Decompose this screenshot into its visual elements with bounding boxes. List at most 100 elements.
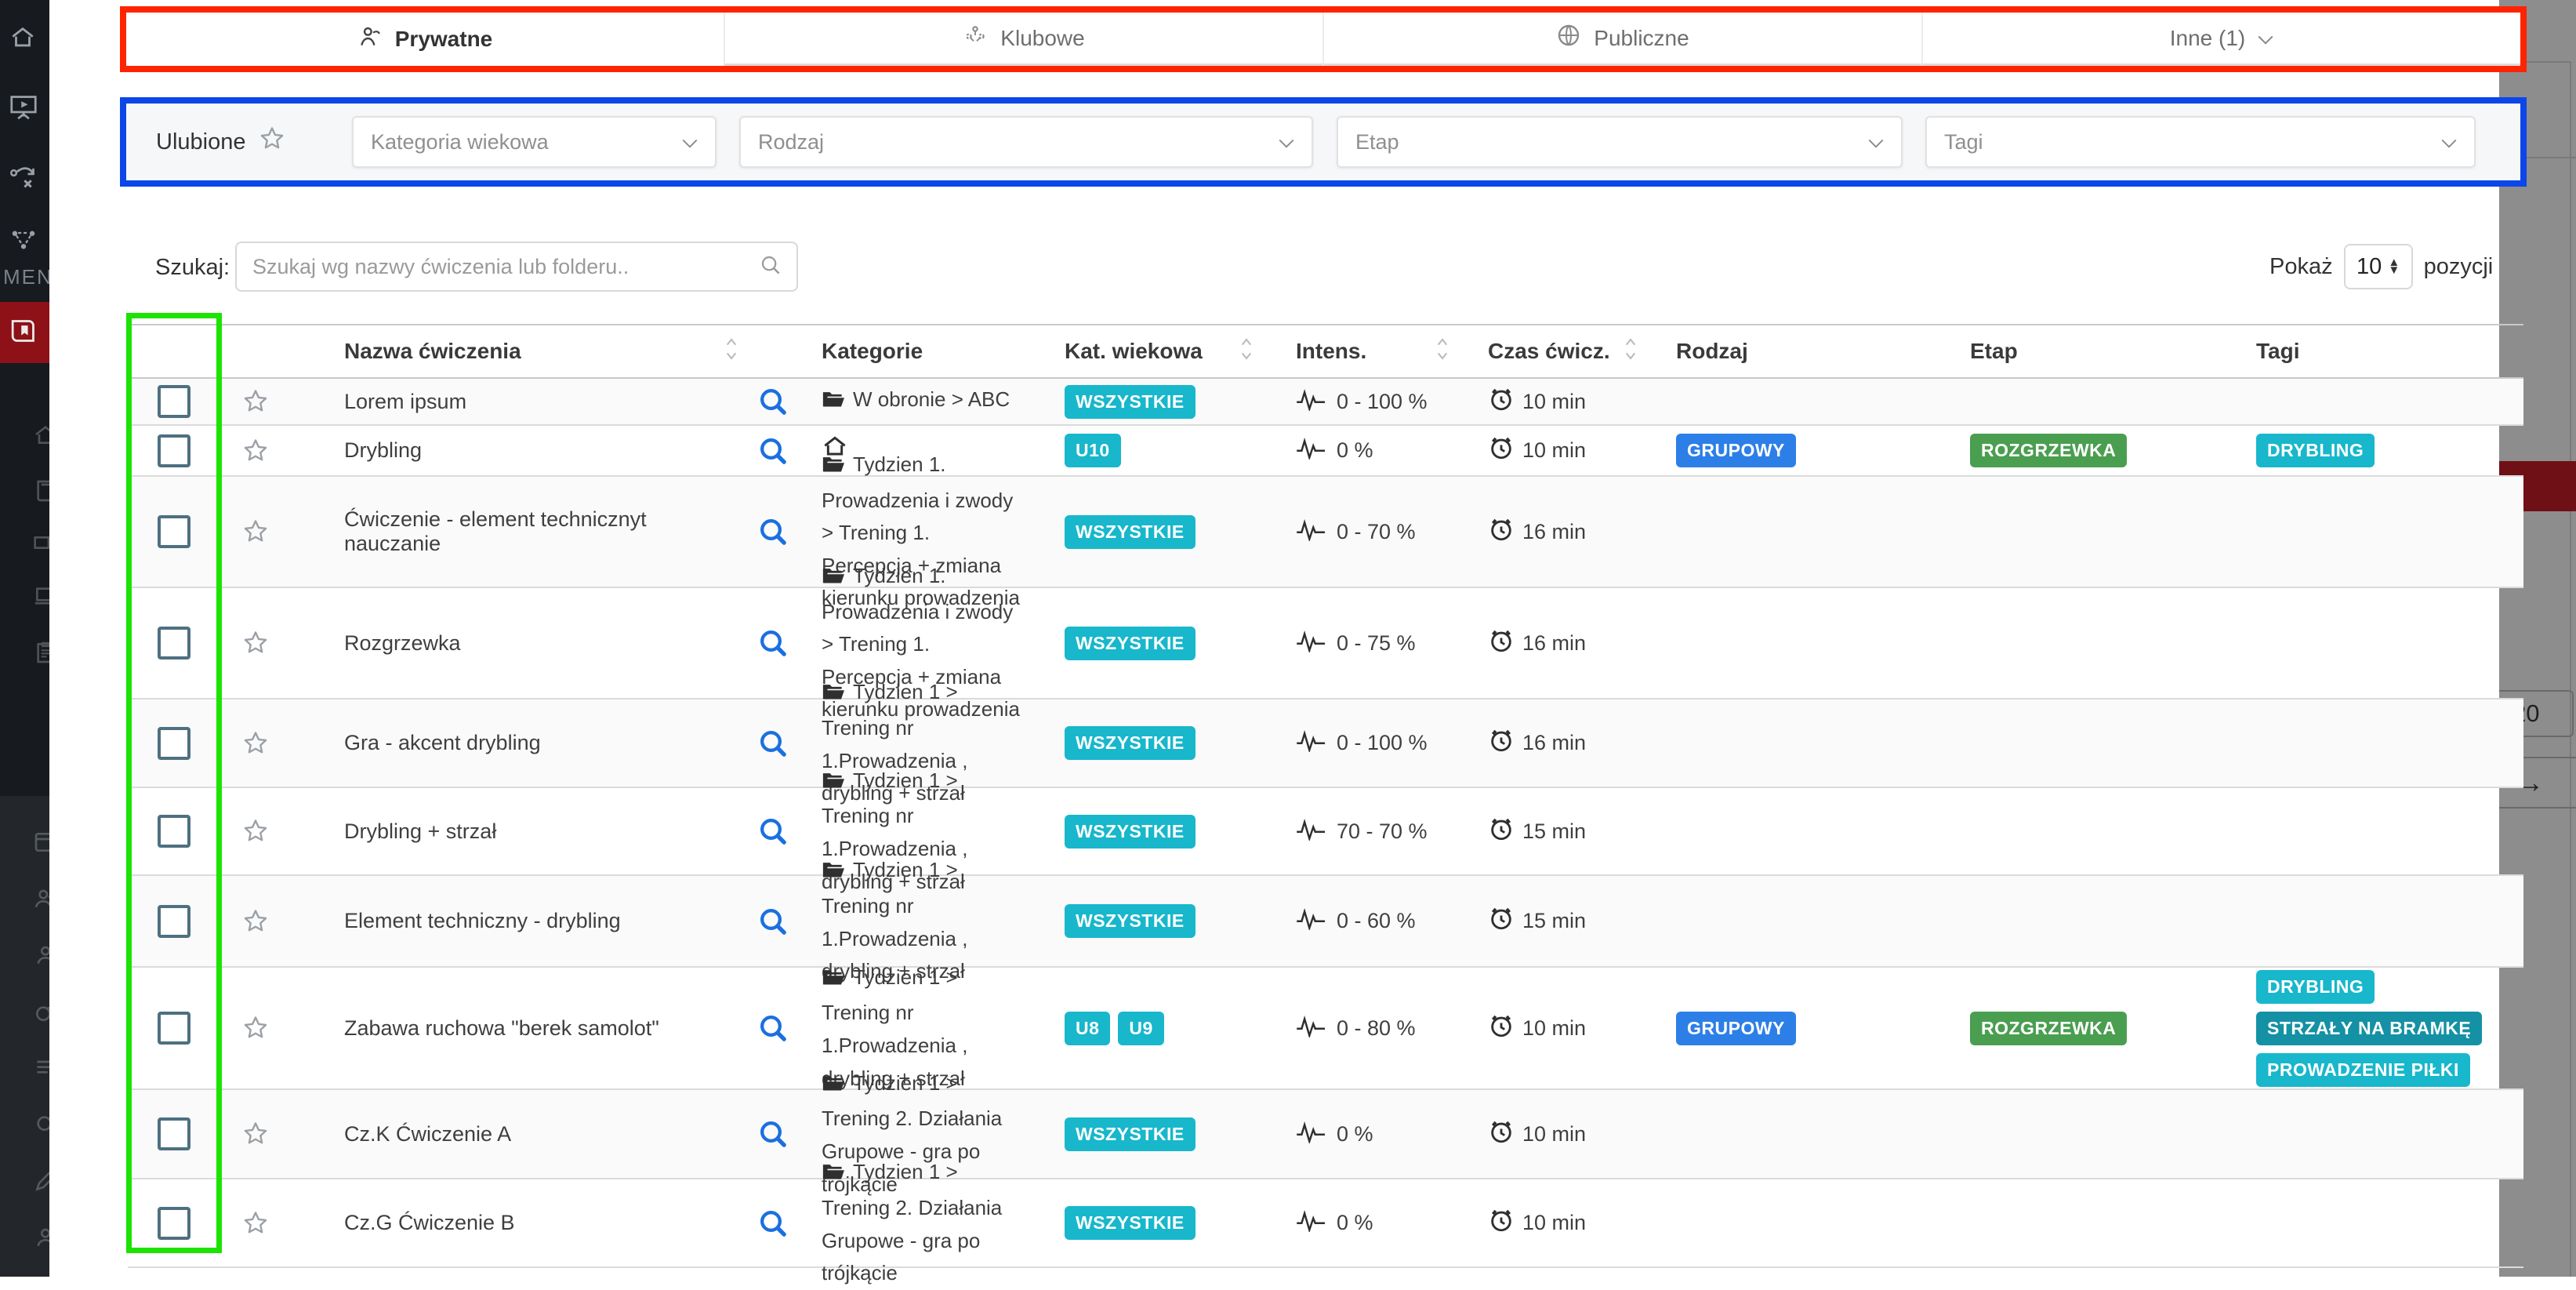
row-checkbox[interactable] [158,627,190,660]
row-checkbox[interactable] [158,515,190,548]
favorite-star-icon[interactable] [241,1209,270,1237]
favorite-star-icon[interactable] [241,1120,270,1148]
user-icon[interactable] [33,943,49,968]
header-time[interactable]: Czas ćwicz. [1468,336,1656,367]
user-icon[interactable] [33,1225,49,1250]
intensity-value: 0 - 60 % [1337,909,1416,933]
window-icon[interactable] [33,830,49,855]
search-icon[interactable] [33,1112,49,1137]
exercise-name: Element techniczny - drybling [344,909,621,933]
laptop-icon[interactable] [33,583,49,609]
page-size-label-before: Pokaż [2269,254,2333,280]
favorite-star-icon[interactable] [241,1014,270,1042]
sidebar-item-tactics[interactable]: Ć [0,151,49,207]
folder-icon [822,1070,845,1103]
page-size-control: Pokaż 10 ▲▼ pozycji [2269,242,2493,292]
favorite-star-icon[interactable] [241,907,270,936]
tab-private[interactable]: Prywatne [126,13,724,66]
age-badge: U8 [1065,1012,1110,1045]
age-badges: WSZYSTKIE [1043,515,1272,549]
sidebar-item-presentation[interactable]: T [0,80,49,136]
intensity-value: 0 % [1337,1211,1373,1235]
row-checkbox[interactable] [158,1012,190,1045]
favorite-star-icon[interactable] [241,518,270,546]
exercise-name: Gra - akcent drybling [344,731,541,755]
row-checkbox[interactable] [158,1117,190,1150]
clipboard-icon[interactable] [33,640,49,665]
preview-zoom-icon[interactable] [757,728,789,759]
preview-zoom-icon[interactable] [757,816,789,847]
star-icon[interactable] [258,125,286,159]
row-checkbox[interactable] [158,815,190,848]
time-value: 10 min [1522,1122,1586,1146]
age-badges: WSZYSTKIE [1043,1206,1272,1240]
home-icon[interactable] [33,422,49,447]
time-value: 16 min [1522,631,1586,656]
tags-cell: DRYBLINGSTRZAŁY NA BRAMKĘPROWADZENIE PIŁ… [2244,970,2523,1087]
book-icon[interactable] [33,478,49,503]
row-checkbox[interactable] [158,434,190,467]
sidebar-item-formation[interactable]: D [0,213,49,270]
tab-label: Prywatne [395,27,493,52]
user-plus-icon[interactable] [33,886,49,911]
favorite-star-icon[interactable] [241,387,270,416]
favorites-filter[interactable]: Ulubione [156,104,286,180]
dropdown-type[interactable]: Rodzaj [739,116,1313,168]
dropdown-tags[interactable]: Tagi [1925,116,2476,168]
preview-zoom-icon[interactable] [757,435,789,467]
search-input[interactable] [237,255,759,279]
dropdown-age-category[interactable]: Kategoria wiekowa [352,116,717,168]
favorite-star-icon[interactable] [241,437,270,465]
header-name[interactable]: Nazwa ćwiczenia [291,336,738,367]
sort-icon[interactable] [725,336,738,367]
preview-zoom-icon[interactable] [757,516,789,547]
preview-zoom-icon[interactable] [757,1208,789,1239]
list-icon[interactable] [33,1056,49,1081]
preview-zoom-icon[interactable] [757,906,789,937]
header-intensity[interactable]: Intens. [1272,336,1468,367]
preview-zoom-icon[interactable] [757,1012,789,1044]
page-size-stepper[interactable]: 10 ▲▼ [2344,244,2413,289]
sort-icon[interactable] [1436,336,1449,367]
sort-icon[interactable] [1624,336,1637,367]
row-checkbox[interactable] [158,905,190,938]
sidebar-item-exercises-active[interactable]: D [0,302,49,363]
favorite-star-icon[interactable] [241,817,270,845]
row-checkbox[interactable] [158,385,190,418]
time-value: 16 min [1522,731,1586,755]
type-badge: GRUPOWY [1676,1012,1796,1045]
row-checkbox[interactable] [158,1207,190,1240]
globe-icon [1556,23,1581,53]
tag-badge: DRYBLING [2256,434,2375,467]
folder-icon [822,387,845,420]
preview-zoom-icon[interactable] [757,1118,789,1150]
dropdown-stage[interactable]: Etap [1337,116,1903,168]
clock-icon [1488,434,1515,467]
tab-label: Inne (1) [2170,26,2246,51]
row-checkbox[interactable] [158,727,190,760]
header-age[interactable]: Kat. wiekowa [1043,336,1272,367]
stepper-arrows-icon[interactable]: ▲▼ [2388,259,2400,274]
time-value: 10 min [1522,390,1586,414]
age-badge: WSZYSTKIE [1065,515,1195,549]
favorite-star-icon[interactable] [241,729,270,758]
favorite-star-icon[interactable] [241,629,270,657]
type-badge-cell: GRUPOWY [1656,434,1954,467]
app-sidebar: S T Ć D MENU D [0,0,49,1277]
preview-zoom-icon[interactable] [757,386,789,417]
sidebar-item-home[interactable]: S [0,11,49,67]
pencil-icon[interactable] [33,1168,49,1194]
preview-zoom-icon[interactable] [757,627,789,659]
search-icon [759,253,782,281]
camera-icon[interactable] [33,530,49,555]
intensity-icon [1296,729,1329,758]
whistle-icon[interactable] [33,999,49,1024]
tab-club[interactable]: Klubowe [724,13,1322,66]
tab-public[interactable]: Publiczne [1322,13,1921,66]
age-badges: WSZYSTKIE [1043,726,1272,760]
intensity-icon [1296,907,1329,936]
tab-other[interactable]: Inne (1) [1921,13,2520,66]
sort-icon[interactable] [1240,336,1253,367]
intensity-value: 0 - 100 % [1337,390,1428,414]
time-value: 15 min [1522,819,1586,844]
